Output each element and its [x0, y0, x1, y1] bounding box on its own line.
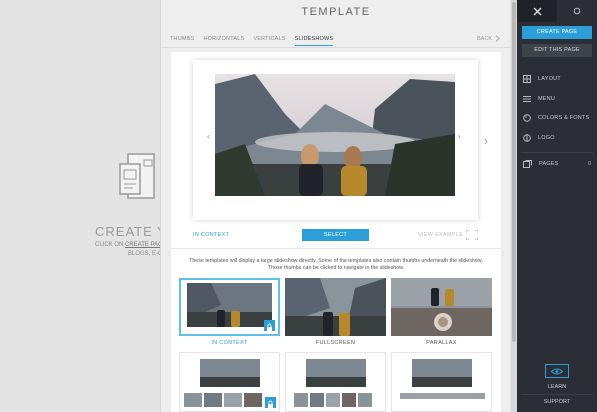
- empty-page-illustration: [119, 153, 155, 199]
- select-button[interactable]: SELECT: [302, 229, 369, 241]
- template-thumb-parallax[interactable]: [391, 278, 492, 336]
- menu-icon: [523, 96, 531, 102]
- template-thumb-row2-1[interactable]: [179, 352, 280, 412]
- template-thumb-fullscreen[interactable]: [285, 278, 386, 336]
- sidebar-item-logo[interactable]: LOGO: [523, 132, 593, 144]
- create-page-button[interactable]: CREATE PAGE: [522, 26, 592, 39]
- logo-icon: [523, 134, 531, 142]
- sidebar-item-label: COLORS & FONTS: [538, 115, 590, 121]
- sidebar-item-label: MENU: [538, 96, 555, 102]
- tab-thumbs[interactable]: THUMBS: [170, 36, 194, 46]
- preview-photo: [215, 74, 455, 196]
- tabs-divider: [161, 47, 511, 48]
- settings-tab[interactable]: [557, 0, 597, 22]
- next-template-icon[interactable]: ›: [484, 134, 488, 148]
- template-description: These templates will display a large sli…: [189, 258, 483, 271]
- back-label: BACK: [477, 35, 492, 42]
- palette-icon: [523, 114, 531, 122]
- edit-page-button[interactable]: EDIT THIS PAGE: [522, 44, 592, 57]
- eye-icon: [551, 368, 563, 374]
- editor-sidebar: CREATE PAGE EDIT THIS PAGE LAYOUT MENU C…: [517, 0, 597, 412]
- preview-prev-icon[interactable]: ‹: [207, 132, 210, 141]
- create-hint-line2: BLOGS, E-C: [128, 251, 163, 257]
- template-thumb-row2-2[interactable]: [285, 352, 386, 412]
- layout-icon: [523, 75, 531, 83]
- tab-verticals[interactable]: VERTICALS: [253, 36, 285, 46]
- panel-title: TEMPLATE: [301, 6, 371, 18]
- template-tabs: THUMBS HORIZONTALS VERTICALS SLIDESHOWS: [170, 36, 334, 46]
- back-button[interactable]: BACK: [477, 35, 500, 42]
- section-divider: [171, 248, 501, 249]
- chevron-right-icon: [495, 35, 500, 42]
- create-heading: CREATE Y: [95, 224, 167, 239]
- pages-count: 0: [587, 161, 591, 167]
- in-context-label[interactable]: IN CONTEXT: [193, 232, 229, 238]
- pages-icon: [523, 160, 532, 168]
- preview-button[interactable]: [545, 364, 569, 378]
- thumb-label-in-context: IN CONTEXT: [211, 340, 248, 346]
- tab-slideshows[interactable]: SLIDESHOWS: [294, 36, 334, 46]
- thumb-label-fullscreen: FULLSCREEN: [315, 340, 356, 346]
- sidebar-item-colors-fonts[interactable]: COLORS & FONTS: [523, 112, 593, 124]
- tools-tab[interactable]: [517, 0, 557, 22]
- template-thumb-in-context[interactable]: [179, 278, 280, 336]
- sidebar-item-pages[interactable]: PAGES: [523, 158, 593, 170]
- lock-icon: [265, 397, 276, 408]
- template-content: ‹ › › IN CONTEXT SELECT VIEW EXAMPLE The…: [171, 52, 501, 412]
- tab-horizontals[interactable]: HORIZONTALS: [203, 36, 244, 46]
- gear-icon: [573, 7, 581, 15]
- sidebar-top-tabs: [517, 0, 597, 22]
- sidebar-item-label: LOGO: [538, 135, 555, 141]
- learn-link[interactable]: LEARN: [517, 384, 597, 390]
- sidebar-divider: [521, 394, 593, 395]
- sidebar-item-layout[interactable]: LAYOUT: [523, 73, 593, 85]
- view-example-link[interactable]: VIEW EXAMPLE: [418, 232, 463, 238]
- expand-icon[interactable]: [466, 230, 478, 240]
- template-panel: TEMPLATE THUMBS HORIZONTALS VERTICALS SL…: [160, 0, 511, 412]
- lock-icon: [264, 320, 275, 331]
- template-thumb-row2-3[interactable]: [391, 352, 492, 412]
- thumb-label-parallax: PARALLAX: [426, 340, 457, 346]
- sidebar-item-label: LAYOUT: [538, 76, 561, 82]
- slideshow-preview: ‹ ›: [193, 60, 478, 220]
- create-hint: CLICK ON CREATE PAGE: [95, 242, 167, 248]
- support-link[interactable]: SUPPORT: [517, 399, 597, 405]
- tools-icon: [533, 7, 541, 15]
- preview-next-icon[interactable]: ›: [458, 132, 461, 141]
- sidebar-item-menu[interactable]: MENU: [523, 93, 593, 105]
- sidebar-divider: [521, 152, 593, 153]
- scrollbar-thumb[interactable]: [512, 2, 516, 342]
- sidebar-item-label: PAGES: [539, 161, 559, 167]
